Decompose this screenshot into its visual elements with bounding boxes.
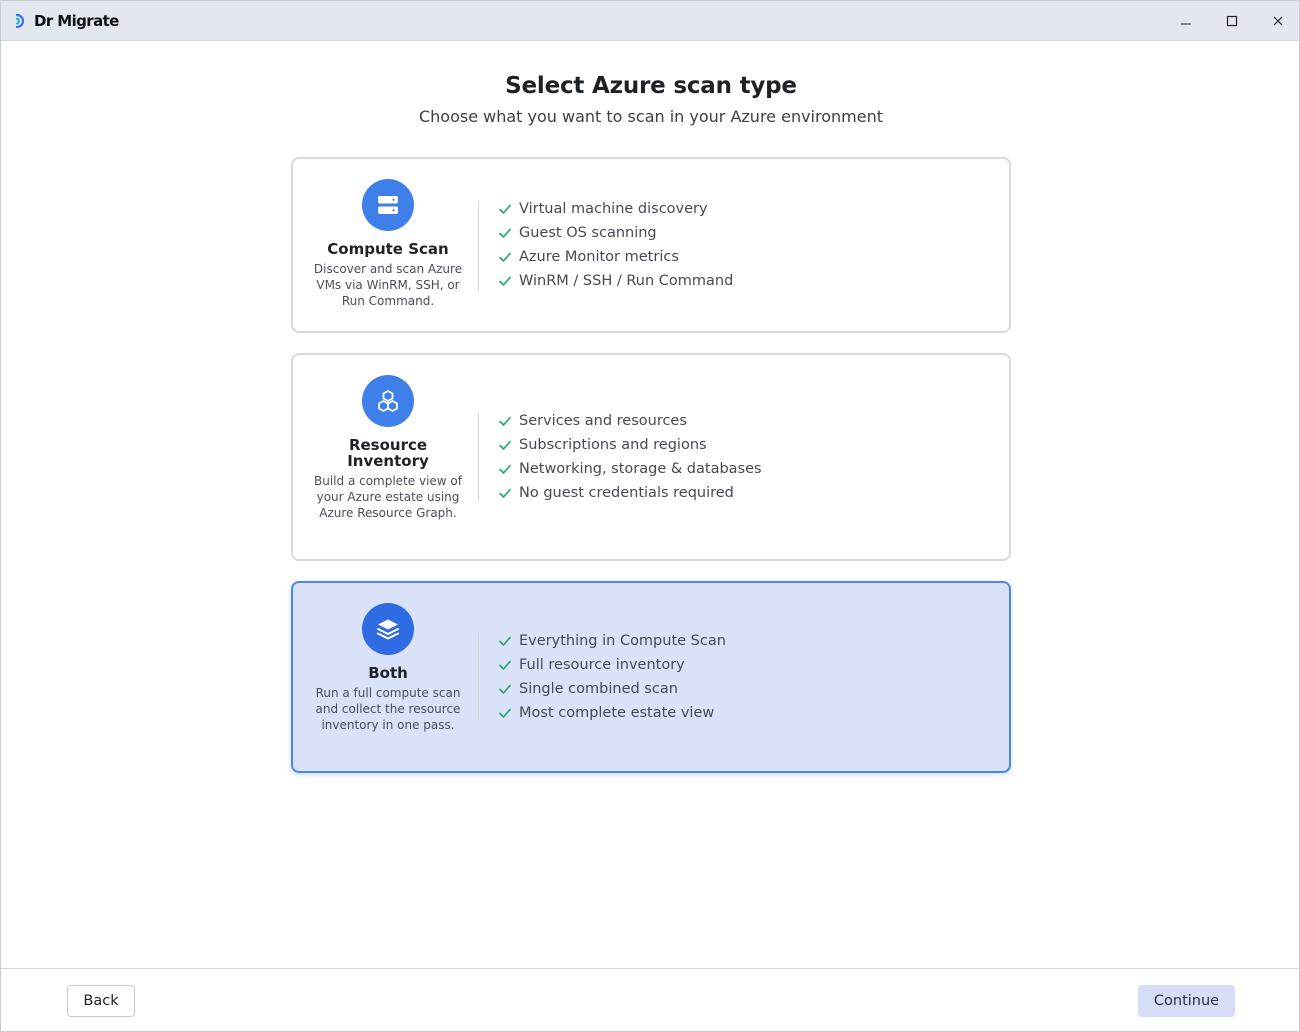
page-subtitle: Choose what you want to scan in your Azu… xyxy=(418,107,883,126)
feature-item: Most complete estate view xyxy=(498,701,726,725)
check-icon xyxy=(499,708,511,718)
feature-label: Guest OS scanning xyxy=(519,225,657,241)
feature-item: Guest OS scanning xyxy=(498,221,733,245)
feature-label: Single combined scan xyxy=(519,681,678,697)
feature-item: Subscriptions and regions xyxy=(498,433,762,457)
card-title: Resource Inventory xyxy=(347,436,429,470)
card-title: Both xyxy=(368,664,408,682)
feature-list: Virtual machine discovery Guest OS scann… xyxy=(498,197,733,293)
check-icon xyxy=(499,440,511,450)
feature-label: Most complete estate view xyxy=(519,705,715,721)
server-icon xyxy=(378,196,398,214)
option-card-compute-scan[interactable]: Compute Scan Discover and scan Azure VMs… xyxy=(291,157,1011,333)
check-icon xyxy=(499,488,511,498)
check-icon xyxy=(499,464,511,474)
maximize-icon xyxy=(1226,15,1238,27)
card-summary: Compute Scan Discover and scan Azure VMs… xyxy=(307,179,469,309)
card-icon-badge xyxy=(362,603,414,655)
minimize-button[interactable] xyxy=(1170,5,1202,37)
option-card-both[interactable]: Both Run a full compute scan and collect… xyxy=(291,581,1011,773)
feature-item: Services and resources xyxy=(498,409,762,433)
feature-label: Azure Monitor metrics xyxy=(519,249,679,265)
check-icon xyxy=(499,636,511,646)
continue-button[interactable]: Continue xyxy=(1138,985,1235,1017)
title-bar[interactable]: Dr Migrate xyxy=(1,1,1299,41)
feature-item: Single combined scan xyxy=(498,677,726,701)
card-divider xyxy=(478,633,479,721)
footer-divider xyxy=(1,968,1300,969)
card-summary: Resource Inventory Build a complete view… xyxy=(307,375,469,521)
layers-icon xyxy=(377,619,399,640)
feature-item: Everything in Compute Scan xyxy=(498,629,726,653)
card-summary: Both Run a full compute scan and collect… xyxy=(307,603,469,733)
card-description: Discover and scan Azure VMs via WinRM, S… xyxy=(313,262,463,308)
feature-item: Virtual machine discovery xyxy=(498,197,733,221)
feature-item: Full resource inventory xyxy=(498,653,726,677)
feature-label: Networking, storage & databases xyxy=(519,461,762,477)
close-button[interactable] xyxy=(1262,5,1294,37)
check-icon xyxy=(499,660,511,670)
check-icon xyxy=(499,684,511,694)
feature-list: Everything in Compute Scan Full resource… xyxy=(498,629,726,725)
feature-item: WinRM / SSH / Run Command xyxy=(498,269,733,293)
feature-label: Everything in Compute Scan xyxy=(519,633,726,649)
card-description: Build a complete view of your Azure esta… xyxy=(314,474,462,520)
check-icon xyxy=(499,276,511,286)
card-description: Run a full compute scan and collect the … xyxy=(315,686,461,732)
card-title: Compute Scan xyxy=(327,240,449,258)
feature-item: Azure Monitor metrics xyxy=(498,245,733,269)
feature-label: Virtual machine discovery xyxy=(519,201,708,217)
app-title: Dr Migrate xyxy=(34,12,119,30)
feature-label: Services and resources xyxy=(519,413,687,429)
app-logo: Dr Migrate xyxy=(13,10,119,32)
check-icon xyxy=(499,252,511,262)
feature-item: Networking, storage & databases xyxy=(498,457,762,481)
cubes-icon xyxy=(378,390,398,412)
minimize-icon xyxy=(1181,23,1191,25)
card-icon-badge xyxy=(362,179,414,231)
page-title: Select Azure scan type xyxy=(505,73,797,99)
check-icon xyxy=(499,228,511,238)
feature-label: No guest credentials required xyxy=(519,485,734,501)
check-icon xyxy=(499,204,511,214)
close-icon xyxy=(1273,16,1283,26)
check-icon xyxy=(499,416,511,426)
card-divider xyxy=(478,201,479,291)
dr-migrate-logo-icon xyxy=(15,13,25,29)
feature-label: Subscriptions and regions xyxy=(519,437,707,453)
option-card-resource-inventory[interactable]: Resource Inventory Build a complete view… xyxy=(291,353,1011,561)
back-button[interactable]: Back xyxy=(67,985,135,1017)
feature-label: Full resource inventory xyxy=(519,657,685,673)
feature-label: WinRM / SSH / Run Command xyxy=(519,273,734,289)
feature-item: No guest credentials required xyxy=(498,481,762,505)
card-divider xyxy=(478,413,479,501)
maximize-button[interactable] xyxy=(1216,5,1248,37)
feature-list: Services and resources Subscriptions and… xyxy=(498,409,762,505)
card-icon-badge xyxy=(362,375,414,427)
app-window: Dr Migrate Select Azure scan type Choose… xyxy=(0,0,1300,1032)
